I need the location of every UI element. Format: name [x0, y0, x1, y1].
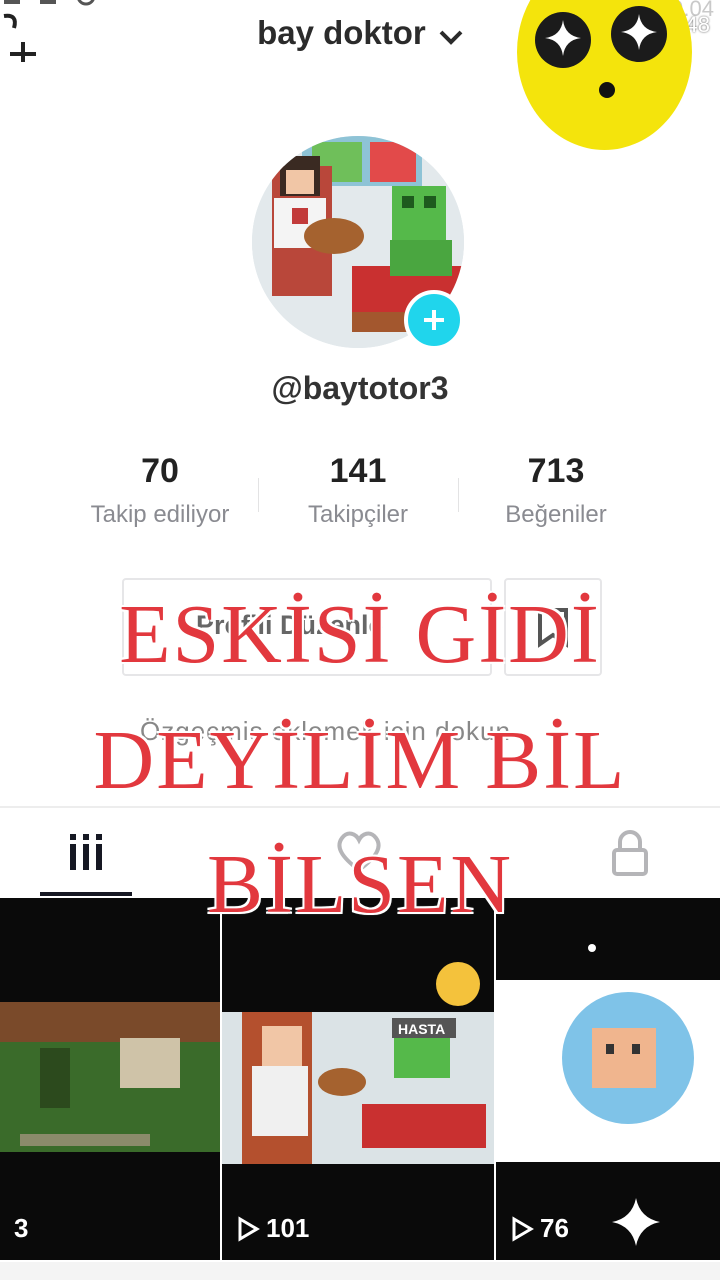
hasta-sticker-text: HASTA	[398, 1021, 445, 1037]
emoji-eye-left	[535, 12, 591, 68]
stat-likes-value: 713	[527, 452, 585, 490]
video-views-2: 101	[236, 1213, 309, 1244]
profile-username: @baytotor3	[271, 370, 449, 406]
chevron-down-icon	[439, 16, 463, 54]
play-icon	[512, 1215, 534, 1242]
starstruck-emoji-sticker	[517, 0, 692, 150]
stat-likes-label: Beğeniler	[505, 501, 607, 528]
video-views-3: 76	[510, 1213, 569, 1244]
overlay-caption-line-2: DEYİLİM BİL	[93, 714, 627, 807]
header-title: bay doktor	[257, 14, 426, 51]
add-photo-button[interactable]	[404, 290, 464, 350]
video-thumbnail-3[interactable]: 76	[496, 898, 720, 1260]
video-views-1: 3	[14, 1213, 29, 1243]
overlay-caption-line-1: ESKİSİ GİDİ	[119, 588, 601, 681]
play-icon	[238, 1215, 260, 1242]
stat-likes[interactable]: 713 Beğeniler	[436, 452, 676, 529]
emoji-mouth	[599, 82, 615, 98]
video-thumbnail-2[interactable]: HASTA 101	[222, 898, 494, 1260]
bottom-nav-edge	[0, 1262, 720, 1280]
emoji-eye-right	[611, 6, 667, 62]
video-thumbnail-1[interactable]: 3	[0, 898, 220, 1260]
overlay-caption-line-3: BİLSEN	[207, 838, 513, 931]
